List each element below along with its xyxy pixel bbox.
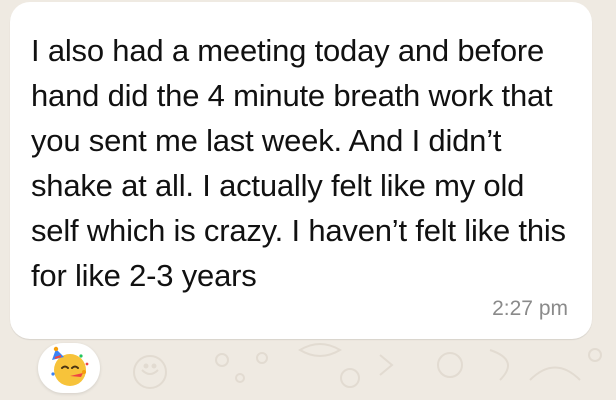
partying-face-icon: [51, 346, 89, 386]
reaction-badge[interactable]: [38, 343, 100, 393]
message-text: I also had a meeting today and before ha…: [31, 33, 566, 293]
message-bubble[interactable]: I also had a meeting today and before ha…: [10, 2, 592, 339]
message-timestamp: 2:27 pm: [492, 297, 568, 320]
